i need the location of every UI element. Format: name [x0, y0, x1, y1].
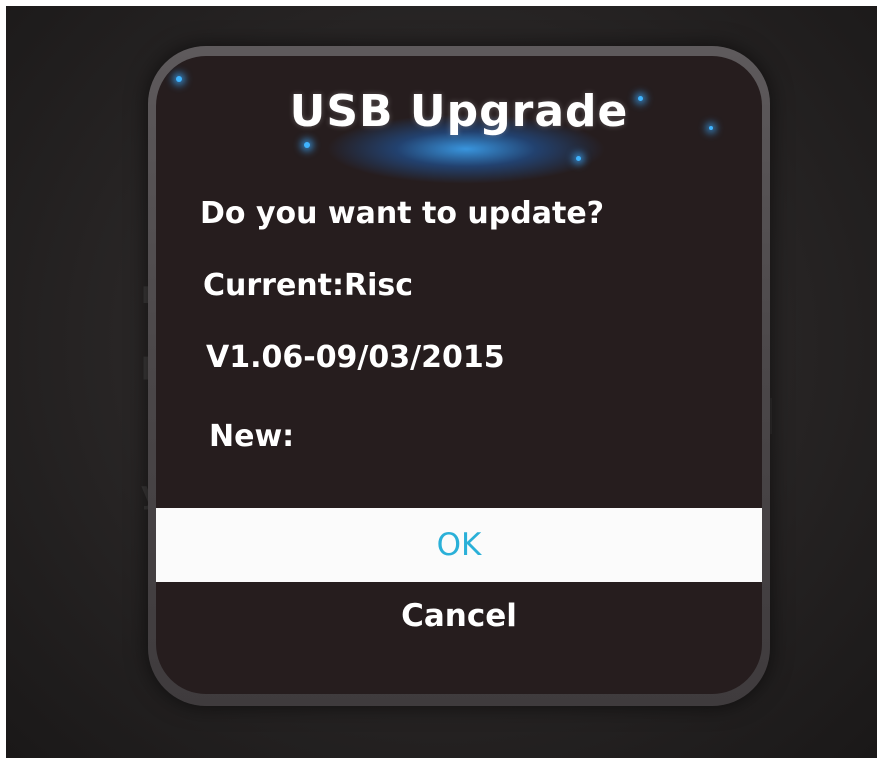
- sparkle-icon: [176, 76, 182, 82]
- update-question: Do you want to update?: [200, 196, 605, 231]
- usb-upgrade-dialog: USB Upgrade Do you want to update? Curre…: [156, 56, 762, 694]
- cancel-button[interactable]: Cancel: [156, 586, 762, 646]
- dialog-title: USB Upgrade: [289, 86, 629, 137]
- sparkle-icon: [304, 142, 310, 148]
- ok-button[interactable]: OK: [156, 508, 762, 582]
- current-label: Current:Risc: [203, 268, 414, 303]
- current-version: V1.06-09/03/2015: [206, 340, 505, 375]
- sparkle-icon: [576, 156, 581, 161]
- new-label: New:: [209, 419, 295, 454]
